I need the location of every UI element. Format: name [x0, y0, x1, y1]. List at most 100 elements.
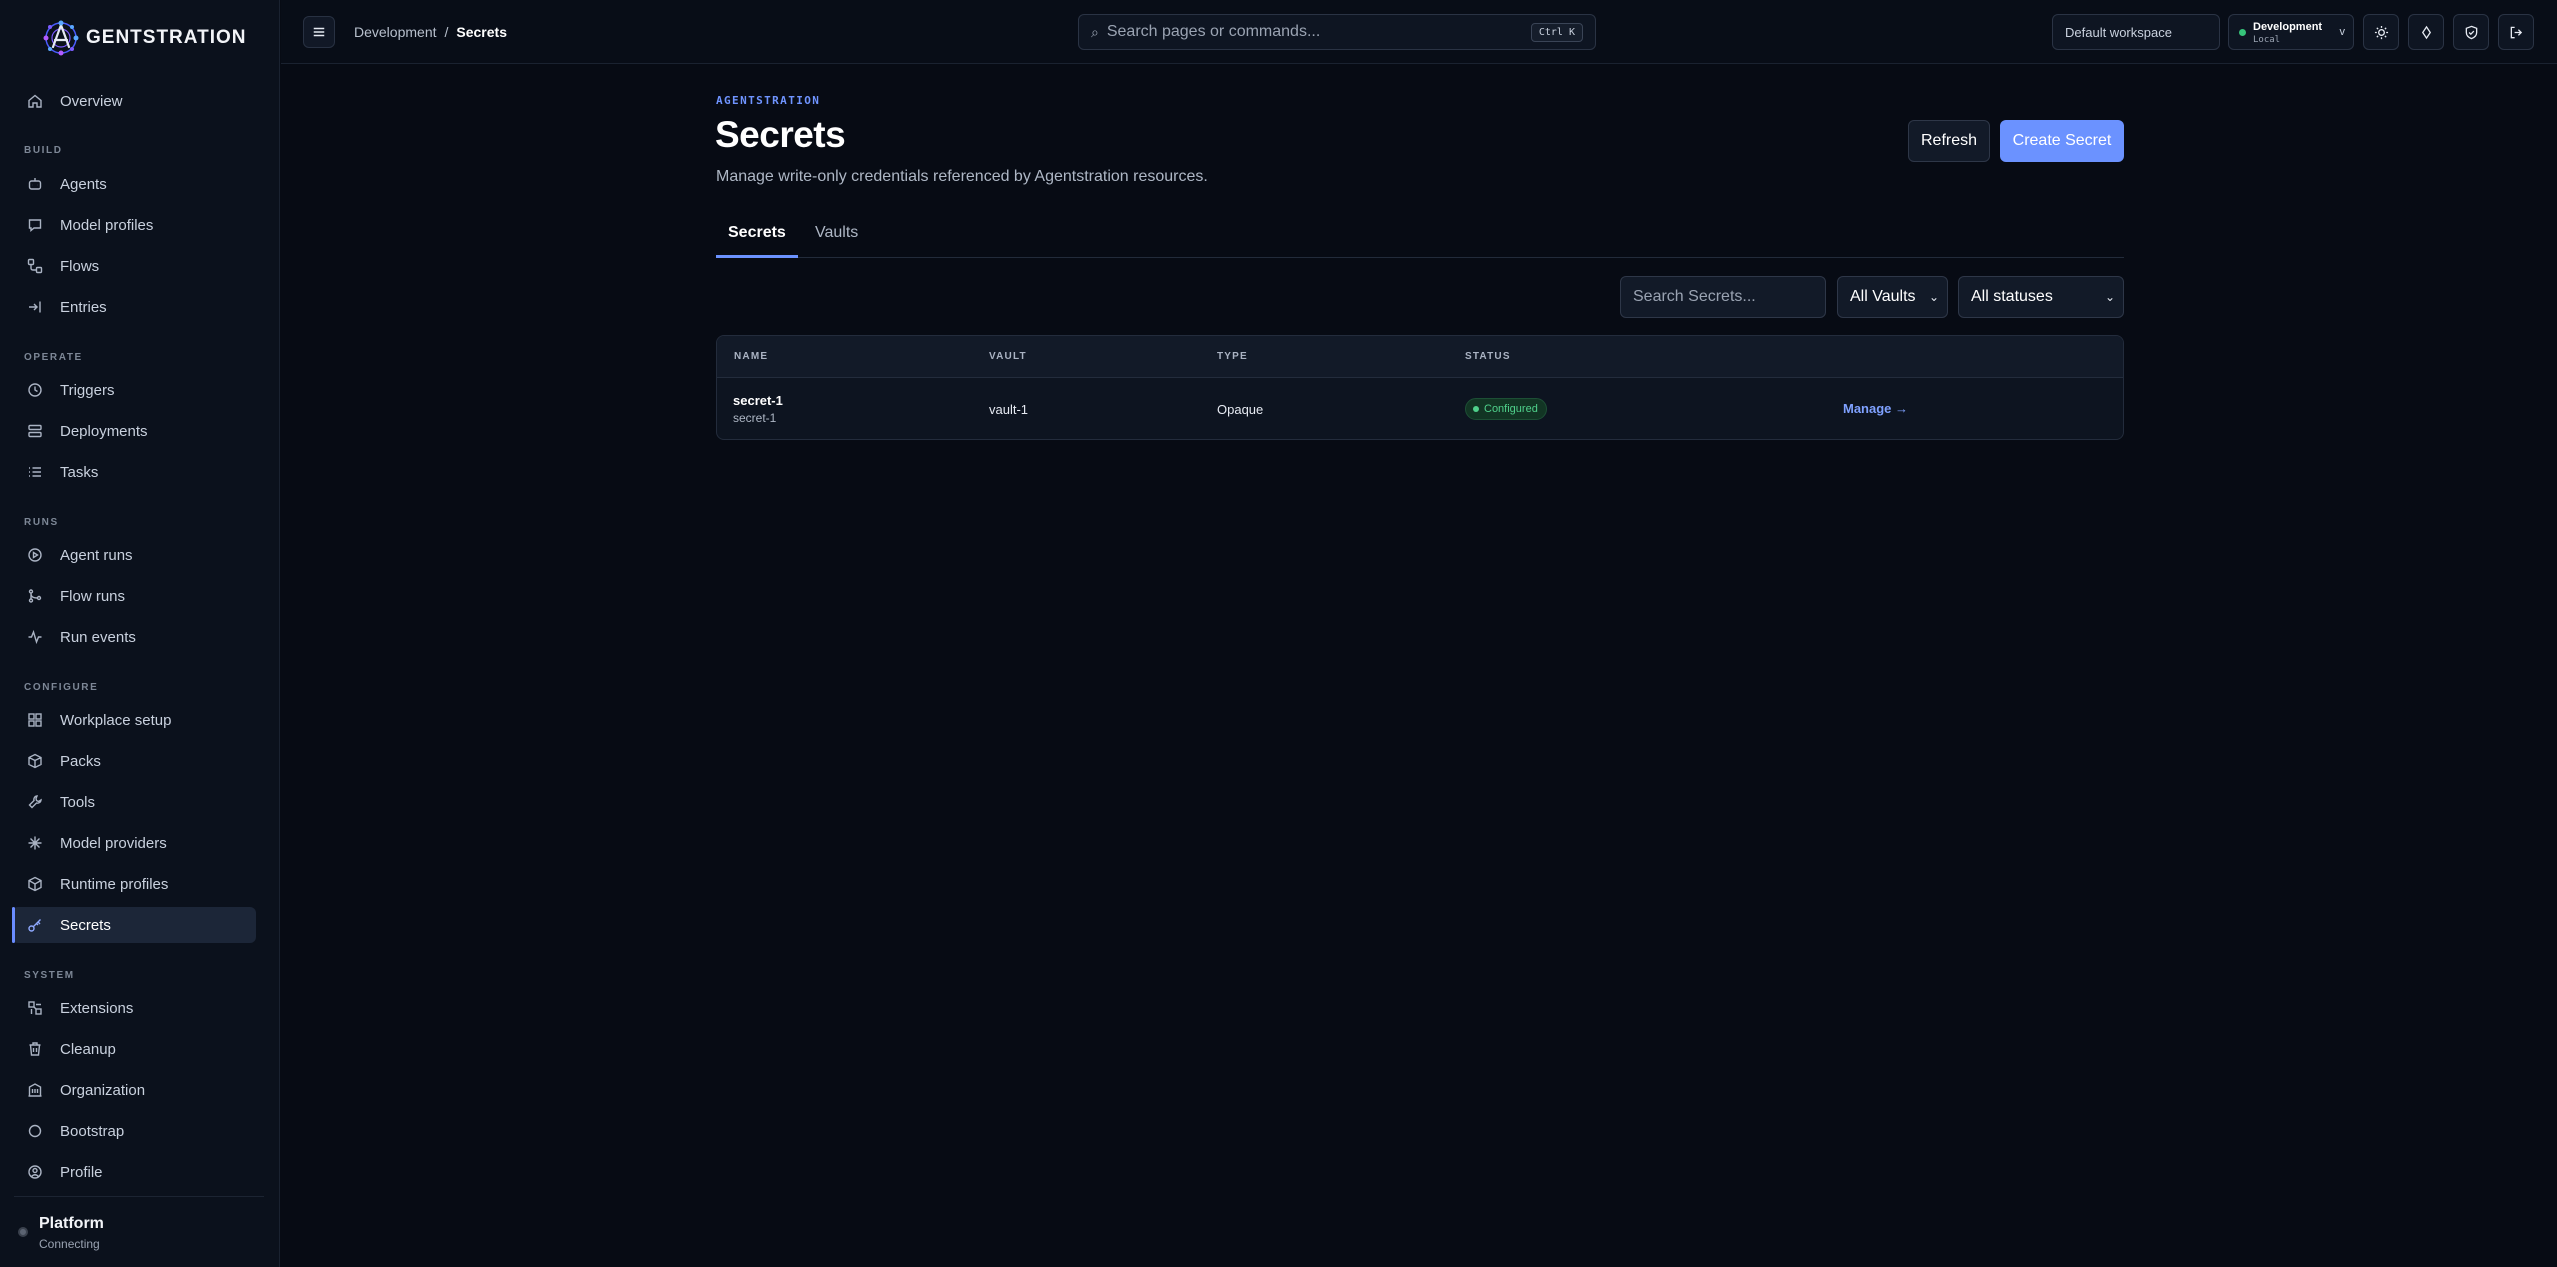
package-icon	[26, 752, 44, 770]
sidebar-item-label: Packs	[60, 752, 101, 770]
refresh-button[interactable]: Refresh	[1908, 120, 1990, 162]
table-header: NAME VAULT TYPE STATUS	[717, 336, 2123, 378]
sidebar-item-label: Flow runs	[60, 587, 126, 605]
sidebar-item-label: Agents	[60, 175, 107, 193]
search-icon: ⌕	[1091, 23, 1099, 40]
sidebar-item-model-profiles[interactable]: Model profiles	[12, 207, 256, 243]
sidebar-item-model-providers[interactable]: Model providers	[12, 825, 256, 861]
sidebar-item-label: Agent runs	[60, 546, 133, 564]
sparkle-icon	[26, 834, 44, 852]
sidebar-item-organization[interactable]: Organization	[12, 1072, 256, 1108]
manage-link[interactable]: Manage →	[1843, 401, 1908, 416]
column-header-name: NAME	[734, 351, 769, 362]
sidebar-item-overview[interactable]: Overview	[12, 83, 256, 119]
app-logo[interactable]: GENTSTRATION	[40, 18, 246, 58]
sidebar-item-label: Workplace setup	[60, 711, 172, 729]
environment-sub: Local	[2253, 35, 2281, 45]
sidebar-item-run-events[interactable]: Run events	[12, 619, 256, 655]
column-header-vault: VAULT	[989, 351, 1027, 362]
create-secret-button[interactable]: Create Secret	[2000, 120, 2124, 162]
home-icon	[26, 92, 44, 110]
page-description: Manage write-only credentials referenced…	[716, 168, 1208, 185]
sidebar-item-label: Entries	[60, 298, 107, 316]
sidebar-item-entries[interactable]: Entries	[12, 289, 256, 325]
status-filter-select[interactable]: All statuses ⌄	[1958, 276, 2124, 318]
sidebar-item-flows[interactable]: Flows	[12, 248, 256, 284]
page-title: Secrets	[715, 114, 846, 155]
sidebar-item-label: Bootstrap	[60, 1122, 125, 1140]
puzzle-icon	[26, 999, 44, 1017]
tab-vaults[interactable]: Vaults	[815, 224, 858, 254]
sidebar-item-label: Triggers	[60, 381, 115, 399]
breadcrumb-development[interactable]: Development	[354, 24, 437, 40]
diamond-button[interactable]	[2408, 14, 2444, 50]
sidebar-item-profile[interactable]: Profile	[12, 1154, 256, 1190]
section-title-runs: RUNS	[24, 517, 59, 528]
sidebar-item-runtime-profiles[interactable]: Runtime profiles	[12, 866, 256, 902]
grid-icon	[26, 711, 44, 729]
user-circle-icon	[26, 1163, 44, 1181]
menu-toggle-button[interactable]	[303, 16, 335, 48]
environment-selector[interactable]: Development Local v	[2228, 14, 2354, 50]
sidebar-item-agents[interactable]: Agents	[12, 166, 256, 202]
sidebar-item-tasks[interactable]: Tasks	[12, 454, 256, 490]
tab-secrets[interactable]: Secrets	[728, 224, 786, 254]
page-eyebrow: AGENTSTRATION	[716, 94, 821, 107]
status-filter-value: All statuses	[1971, 288, 2053, 305]
sidebar-item-packs[interactable]: Packs	[12, 743, 256, 779]
keyboard-shortcut-badge: Ctrl K	[1530, 23, 1583, 42]
status-dot	[1473, 406, 1479, 412]
vault-filter-select[interactable]: All Vaults ⌄	[1837, 276, 1948, 318]
secrets-table: NAME VAULT TYPE STATUS secret-1 secret-1…	[716, 335, 2124, 440]
building-icon	[26, 1081, 44, 1099]
sidebar-item-label: Model profiles	[60, 216, 154, 234]
sidebar-item-label: Secrets	[60, 916, 111, 934]
sidebar-item-cleanup[interactable]: Cleanup	[12, 1031, 256, 1067]
workspace-selector[interactable]: Default workspace	[2052, 14, 2220, 50]
active-tab-indicator	[716, 255, 798, 258]
logout-button[interactable]	[2498, 14, 2534, 50]
status-badge: Configured	[1465, 398, 1547, 420]
diamond-icon	[2421, 25, 2431, 39]
key-icon	[26, 916, 44, 934]
play-circle-icon	[26, 546, 44, 564]
command-search[interactable]: ⌕ Search pages or commands... Ctrl K	[1078, 14, 1596, 50]
clock-icon	[26, 381, 44, 399]
sidebar-item-secrets[interactable]: Secrets	[12, 907, 256, 943]
sidebar-item-label: Flows	[60, 257, 100, 275]
sidebar-item-deployments[interactable]: Deployments	[12, 413, 256, 449]
hamburger-icon	[313, 27, 325, 37]
sidebar-item-tools[interactable]: Tools	[12, 784, 256, 820]
sidebar-item-workplace-setup[interactable]: Workplace setup	[12, 702, 256, 738]
secret-vault: vault-1	[989, 402, 1029, 417]
sidebar-item-agent-runs[interactable]: Agent runs	[12, 537, 256, 573]
sidebar-item-bootstrap[interactable]: Bootstrap	[12, 1113, 256, 1149]
sidebar-item-label: Organization	[60, 1081, 146, 1099]
logout-icon	[2510, 26, 2522, 38]
chevron-down-icon: ⌄	[2104, 290, 2115, 304]
column-header-status: STATUS	[1465, 351, 1511, 362]
platform-title: Platform	[39, 1215, 104, 1232]
sidebar-item-flow-runs[interactable]: Flow runs	[12, 578, 256, 614]
chat-icon	[26, 216, 44, 234]
secret-name: secret-1	[733, 393, 783, 408]
cube-icon	[26, 875, 44, 893]
sidebar-item-extensions[interactable]: Extensions	[12, 990, 256, 1026]
platform-status[interactable]: Platform Connecting	[14, 1196, 264, 1251]
vault-filter-value: All Vaults	[1850, 288, 1916, 305]
secrets-search-input[interactable]	[1620, 276, 1826, 318]
sidebar-item-label: Tools	[60, 793, 96, 811]
section-title-build: BUILD	[24, 145, 63, 156]
secret-type: Opaque	[1217, 402, 1264, 417]
connection-status-dot	[18, 1227, 28, 1237]
section-title-configure: CONFIGURE	[24, 682, 99, 693]
environment-name: Development	[2253, 21, 2323, 33]
network-logo-icon	[43, 20, 79, 56]
sidebar: GENTSTRATION Overview BUILD Agents Model…	[0, 0, 280, 1267]
security-button[interactable]	[2453, 14, 2489, 50]
theme-toggle-button[interactable]	[2363, 14, 2399, 50]
table-row[interactable]: secret-1 secret-1 vault-1 Opaque Configu…	[717, 378, 2123, 439]
sidebar-item-triggers[interactable]: Triggers	[12, 372, 256, 408]
shield-check-icon	[2465, 25, 2477, 39]
platform-subtitle: Connecting	[39, 1237, 100, 1251]
